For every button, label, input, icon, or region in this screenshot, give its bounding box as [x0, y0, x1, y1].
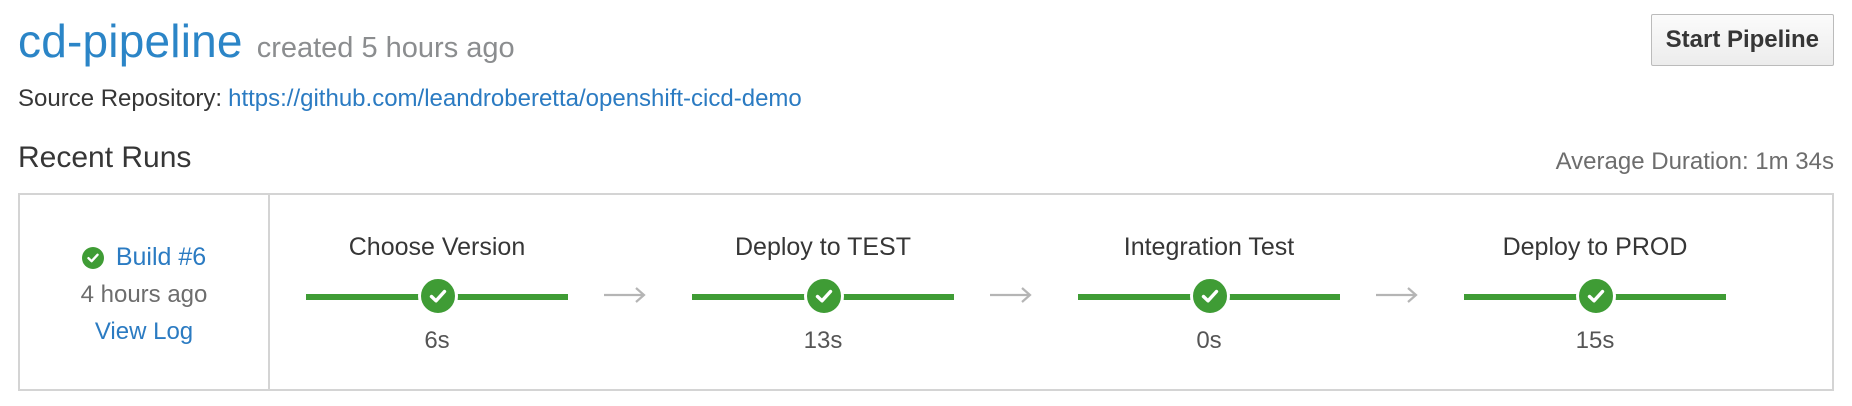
stage-name: Integration Test	[1123, 233, 1295, 261]
pipeline-page: cd-pipeline created 5 hours ago Start Pi…	[0, 0, 1852, 406]
stage-duration: 13s	[803, 327, 843, 354]
stage-name: Choose Version	[348, 233, 526, 261]
pipeline-title: cd-pipeline	[18, 15, 243, 67]
build-summary: Build #6 4 hours ago View Log	[20, 195, 270, 389]
stage-choose-version[interactable]: Choose Version 6s	[306, 195, 568, 389]
stage-name: Deploy to PROD	[1502, 233, 1688, 261]
arrow-right-icon	[990, 287, 1032, 303]
recent-runs-panel: Build #6 4 hours ago View Log Choose Ver…	[18, 193, 1834, 391]
stage-duration: 6s	[424, 327, 450, 354]
build-status-row: Build #6	[20, 243, 268, 272]
pipeline-header: cd-pipeline created 5 hours ago	[18, 14, 515, 68]
average-duration: Average Duration: 1m 34s	[1555, 148, 1834, 175]
stage-deploy-to-prod[interactable]: Deploy to PROD 15s	[1464, 195, 1726, 389]
stage-duration: 0s	[1196, 327, 1222, 354]
stage-duration: 15s	[1575, 327, 1615, 354]
check-circle-icon	[418, 276, 458, 316]
check-circle-icon	[804, 276, 844, 316]
view-log-link[interactable]: View Log	[20, 318, 268, 346]
recent-runs-heading: Recent Runs	[18, 141, 192, 174]
check-circle-icon	[81, 246, 104, 269]
source-repository-label: Source Repository:	[18, 85, 223, 112]
check-circle-icon	[1576, 276, 1616, 316]
start-pipeline-button[interactable]: Start Pipeline	[1650, 14, 1834, 66]
check-circle-icon	[1190, 276, 1230, 316]
created-timestamp: created 5 hours ago	[256, 32, 515, 64]
arrow-right-icon	[1376, 287, 1418, 303]
arrow-right-icon	[604, 287, 646, 303]
source-repository-link[interactable]: https://github.com/leandroberetta/opensh…	[228, 85, 802, 113]
build-link[interactable]: Build #6	[116, 243, 206, 272]
stage-deploy-to-test[interactable]: Deploy to TEST 13s	[692, 195, 954, 389]
build-time: 4 hours ago	[80, 281, 208, 308]
stage-integration-test[interactable]: Integration Test 0s	[1078, 195, 1340, 389]
source-repository: Source Repository: https://github.com/le…	[18, 85, 802, 113]
stage-name: Deploy to TEST	[734, 233, 911, 261]
